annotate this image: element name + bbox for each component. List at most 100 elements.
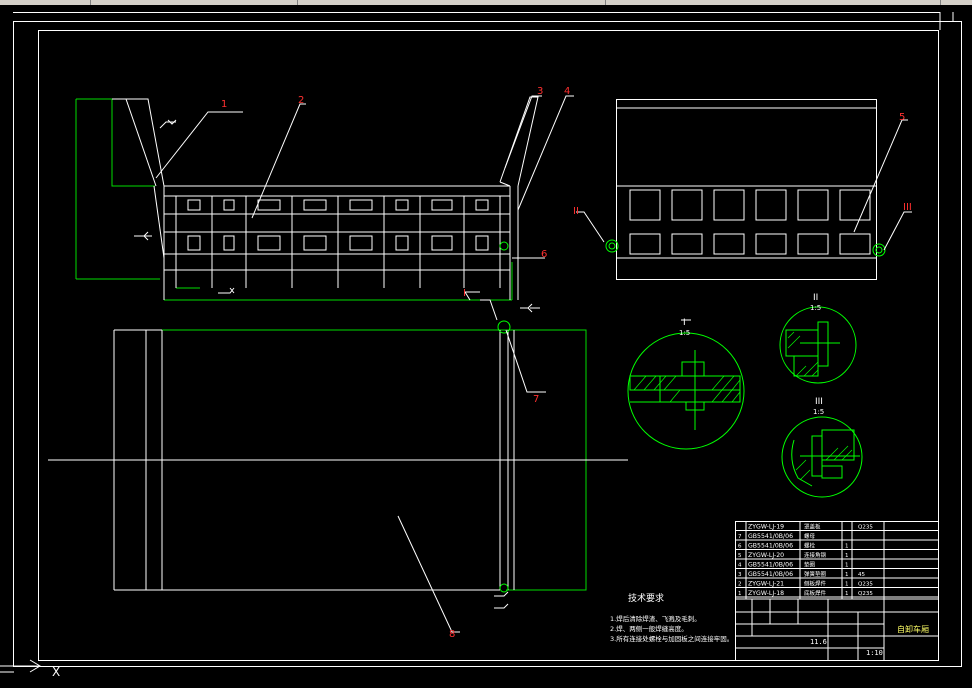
cad-drawing: 1 2 3 4 5 6 7 8 II III I I 1:5 II 1:5 II… — [0, 12, 962, 679]
part-label-3: 3 — [537, 86, 543, 97]
cad-drawing-canvas[interactable]: 1 2 3 4 5 6 7 8 II III I I 1:5 II 1:5 II… — [0, 5, 972, 688]
side-panel-grid — [629, 189, 871, 255]
callout-circles — [497, 239, 886, 593]
bom-cell-code: GB5541/0B/06 — [748, 543, 793, 550]
detail-callout-III: III — [903, 202, 912, 213]
bom-cell-name: 螺母 — [804, 532, 816, 540]
panel-cell — [431, 199, 453, 211]
part-label-2: 2 — [298, 95, 304, 106]
bom-cell-no: 7 — [738, 534, 742, 540]
bom-cell-code: ZYGW-LJ-18 — [748, 590, 784, 597]
bom-cell-qty: 1 — [845, 572, 849, 578]
bom-cell-name: 底板焊件 — [804, 589, 827, 597]
part-label-6: 6 — [541, 249, 547, 260]
bom-cell-no: 6 — [738, 544, 742, 550]
side-panel-cell — [797, 189, 829, 221]
panel-cell — [395, 199, 409, 211]
bom-cell-name: 侧板焊件 — [804, 580, 827, 588]
panel-cell — [349, 235, 373, 251]
hatch-pattern — [795, 445, 853, 481]
bom-cell-code: GB5541/0B/06 — [748, 571, 793, 578]
part-label-1: 1 — [221, 99, 227, 110]
detail-view-III — [781, 416, 863, 498]
panel-cell — [475, 199, 489, 211]
part-label-7: 7 — [533, 394, 539, 405]
panel-cell — [187, 199, 201, 211]
side-view — [616, 99, 877, 280]
bom-cell-no: 3 — [738, 572, 742, 578]
tailgate-outline — [76, 98, 155, 187]
detail-III-scale: 1:5 — [813, 408, 824, 416]
detail-view-II — [779, 306, 857, 384]
tech-requirement-item: 3.所有连接处螺栓与加固板之间连接牢固。 — [610, 634, 733, 643]
bom-cell-qty: 1 — [845, 544, 849, 550]
panel-cell — [475, 235, 489, 251]
panel-cell — [395, 235, 409, 251]
bom-cell-material: 45 — [858, 572, 865, 578]
tech-requirement-item: 1.焊后清除焊渣、飞溅及毛刺。 — [610, 614, 701, 623]
detail-I-title: I — [683, 318, 686, 328]
panel-cell — [349, 199, 373, 211]
bom-cell-material: Q235 — [858, 525, 873, 531]
detail-callout-II: II — [573, 206, 579, 217]
tech-requirement-item: 2.焊、两侧一般焊缝高度。 — [610, 624, 688, 633]
bom-cell-code: ZYGW-LJ-21 — [748, 581, 784, 588]
side-panel-cell — [713, 189, 745, 221]
side-panel-cell — [671, 233, 703, 255]
bom-cell-code: GB5541/0B/06 — [748, 533, 793, 540]
bom-cell-no: 4 — [738, 563, 742, 569]
tech-requirements-title: 技术要求 — [628, 592, 664, 604]
bom-table-text: ZYGW-LJ-19 罩盖板 Q235 7 GB5541/0B/06 螺母 6 GB5541/… — [738, 523, 873, 598]
bom-cell-code: ZYGW-LJ-19 — [748, 524, 784, 531]
bom-cell-no: 5 — [738, 553, 742, 559]
hatch-pattern — [787, 331, 819, 377]
drawing-weight: 11.6 — [810, 638, 827, 646]
weld-symbols — [134, 119, 533, 609]
side-panel-cell — [755, 189, 787, 221]
detail-II-title: II — [813, 293, 818, 303]
bom-cell-code: ZYGW-LJ-20 — [748, 552, 784, 559]
panel-cell — [303, 199, 327, 211]
ucs-x-label: X — [52, 665, 60, 679]
bom-cell-name: 罩盖板 — [804, 523, 821, 531]
bom-cell-qty: 1 — [845, 582, 849, 588]
panel-cell — [303, 235, 327, 251]
part-label-5: 5 — [899, 112, 905, 123]
front-view — [75, 96, 539, 301]
bom-cell-material: Q235 — [858, 582, 873, 588]
panel-cell — [223, 235, 235, 251]
bom-cell-name: 连接角钢 — [804, 551, 827, 559]
leader-lines — [155, 95, 912, 633]
side-panel-cell — [839, 233, 871, 255]
drawing-scale: 1:10 — [866, 649, 883, 657]
detail-II-scale: 1:5 — [810, 304, 821, 312]
bom-cell-code: GB5541/0B/06 — [748, 562, 793, 569]
bom-cell-no: 2 — [738, 582, 742, 588]
bom-cell-material: Q235 — [858, 591, 873, 597]
panel-cell — [257, 235, 281, 251]
part-label-4: 4 — [564, 86, 570, 97]
drawing-name: 自卸车厢 — [897, 624, 929, 634]
bom-cell-qty: 1 — [845, 553, 849, 559]
detail-III-title: III — [815, 397, 823, 407]
side-panel-cell — [629, 189, 661, 221]
front-panel-grid — [163, 196, 510, 288]
bom-cell-qty: 1 — [845, 591, 849, 597]
side-panel-cell — [671, 189, 703, 221]
panel-cell — [223, 199, 235, 211]
ucs-icon — [0, 659, 41, 673]
panel-cell — [431, 235, 453, 251]
bom-cell-no: 1 — [738, 591, 742, 597]
bom-cell-name: 垫圈 — [804, 561, 816, 569]
detail-callout-I: I — [463, 288, 466, 299]
bom-cell-name: 螺栓 — [804, 542, 816, 550]
hatch-pattern — [633, 375, 741, 403]
part-label-8: 8 — [449, 629, 455, 640]
top-view — [48, 329, 628, 591]
panel-cell — [187, 235, 201, 251]
detail-I-scale: 1:5 — [679, 329, 690, 337]
side-panel-cell — [629, 233, 661, 255]
detail-view-I — [627, 319, 745, 450]
panel-cell — [257, 199, 281, 211]
side-panel-cell — [713, 233, 745, 255]
